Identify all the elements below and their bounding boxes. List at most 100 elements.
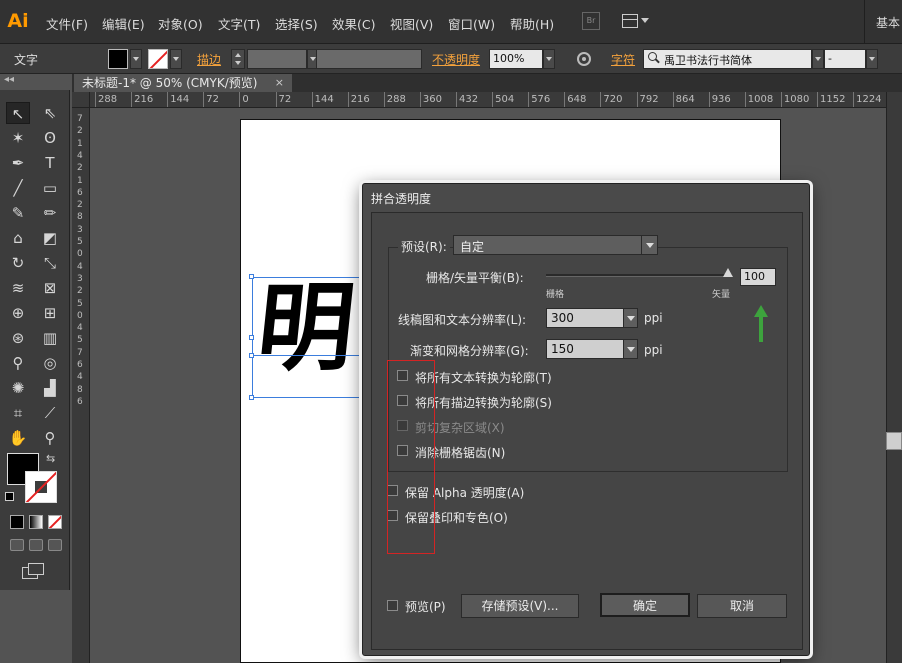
stroke-label[interactable]: 描边: [197, 51, 221, 68]
bridge-button[interactable]: Br: [582, 12, 600, 30]
opacity-dropdown[interactable]: [543, 49, 555, 69]
menu-bar: Ai 文件(F) 编辑(E) 对象(O) 文字(T) 选择(S) 效果(C) 视…: [0, 0, 902, 44]
artboard-tool-icon[interactable]: ⌗: [6, 402, 30, 424]
free-transform-tool-icon[interactable]: ⊠: [38, 277, 62, 299]
fill-color-swatch[interactable]: [108, 49, 128, 69]
menu-help[interactable]: 帮助(H): [510, 14, 554, 33]
opacity-label[interactable]: 不透明度: [432, 51, 480, 68]
default-colors-icon[interactable]: [5, 492, 14, 501]
gradient-mode-icon[interactable]: [29, 515, 43, 529]
blend-tool-icon[interactable]: ◎: [38, 352, 62, 374]
raster-vector-slider-thumb[interactable]: [723, 268, 733, 277]
chevron-down-icon[interactable]: [623, 309, 637, 327]
draw-behind-icon[interactable]: [29, 539, 43, 551]
color-mode-icon[interactable]: [10, 515, 24, 529]
slice-tool-icon[interactable]: ⟋: [38, 402, 62, 424]
rotate-tool-icon[interactable]: ↻: [6, 252, 30, 274]
rectangle-tool-icon[interactable]: ▭: [38, 177, 62, 199]
column-graph-tool-icon[interactable]: ▟: [38, 377, 62, 399]
line-res-field[interactable]: 300: [546, 308, 638, 328]
font-family-field[interactable]: 禹卫书法行书简体: [643, 49, 812, 69]
draw-inside-icon[interactable]: [48, 539, 62, 551]
selection-tool-icon[interactable]: ↖: [6, 102, 30, 124]
paintbrush-tool-icon[interactable]: ✎: [6, 202, 30, 224]
scrollbar-thumb[interactable]: [886, 432, 902, 450]
eyedropper-tool-icon[interactable]: ⚲: [6, 352, 30, 374]
raster-vector-value[interactable]: 100: [740, 268, 776, 286]
symbol-sprayer-tool-icon[interactable]: ✺: [6, 377, 30, 399]
menu-window[interactable]: 窗口(W): [448, 14, 495, 33]
stroke-weight-stepper[interactable]: [231, 49, 245, 69]
chevron-down-icon[interactable]: [623, 340, 637, 358]
convert-strokes-label[interactable]: 将所有描边转换为轮廓(S): [415, 394, 552, 411]
font-style-dropdown[interactable]: [866, 49, 878, 69]
ruler-tick-label: 72: [278, 94, 292, 105]
collapse-panel-icon[interactable]: ◂◂: [4, 74, 14, 85]
fill-dropdown[interactable]: [130, 49, 142, 69]
preview-checkbox[interactable]: [387, 600, 398, 611]
shape-builder-tool-icon[interactable]: ⊕: [6, 302, 30, 324]
preset-select[interactable]: 自定: [453, 235, 658, 255]
vertical-scrollbar[interactable]: [886, 92, 902, 663]
hand-tool-icon[interactable]: ✋: [6, 427, 30, 449]
opacity-field[interactable]: 100%: [489, 49, 543, 69]
draw-normal-icon[interactable]: [10, 539, 24, 551]
selection-handle[interactable]: [249, 353, 254, 358]
eraser-tool-icon[interactable]: ◩: [38, 227, 62, 249]
stroke-color-swatch[interactable]: [148, 49, 168, 69]
width-tool-icon[interactable]: ≋: [6, 277, 30, 299]
perspective-grid-tool-icon[interactable]: ⊞: [38, 302, 62, 324]
line-tool-icon[interactable]: ╱: [6, 177, 30, 199]
swap-colors-icon[interactable]: ⇆: [46, 452, 55, 465]
ruler-origin[interactable]: [72, 92, 90, 108]
pen-tool-icon[interactable]: ✒: [6, 152, 30, 174]
gradient-res-field[interactable]: 150: [546, 339, 638, 359]
magic-wand-tool-icon[interactable]: ✶: [6, 127, 30, 149]
menu-select[interactable]: 选择(S): [275, 14, 318, 33]
blob-brush-tool-icon[interactable]: ⌂: [6, 227, 30, 249]
stroke-color-box[interactable]: [25, 471, 57, 503]
recolor-artwork-icon[interactable]: [577, 52, 591, 66]
raster-vector-slider[interactable]: [546, 274, 732, 277]
variable-width-profile[interactable]: [316, 49, 422, 69]
save-preset-button[interactable]: 存储预设(V)...: [461, 594, 579, 618]
vertical-ruler[interactable]: 721421628350432504576486: [72, 108, 90, 663]
mesh-tool-icon[interactable]: ⊛: [6, 327, 30, 349]
lasso-tool-icon[interactable]: ʘ: [38, 127, 62, 149]
selection-bounding-box[interactable]: [252, 277, 370, 398]
ruler-tick-mark: [744, 92, 746, 107]
menu-type[interactable]: 文字(T): [218, 14, 260, 33]
document-tab[interactable]: 未标题-1* @ 50% (CMYK/预览) ×: [74, 74, 292, 92]
font-family-dropdown[interactable]: [812, 49, 824, 69]
stroke-dropdown[interactable]: [170, 49, 182, 69]
none-mode-icon[interactable]: [48, 515, 62, 529]
selection-handle[interactable]: [249, 335, 254, 340]
workspace-switcher[interactable]: 基本: [876, 14, 900, 31]
type-tool-icon[interactable]: T: [38, 152, 62, 174]
ok-button[interactable]: 确定: [600, 593, 690, 617]
character-label[interactable]: 字符: [611, 51, 635, 68]
selection-handle[interactable]: [249, 274, 254, 279]
line-res-label: 线稿图和文本分辨率(L):: [398, 313, 527, 327]
font-style-field[interactable]: -: [824, 49, 866, 69]
convert-text-label[interactable]: 将所有文本转换为轮廓(T): [415, 369, 552, 386]
pencil-tool-icon[interactable]: ✏: [38, 202, 62, 224]
cancel-button[interactable]: 取消: [697, 594, 787, 618]
zoom-tool-icon[interactable]: ⚲: [38, 427, 62, 449]
stroke-weight-field[interactable]: [247, 49, 307, 69]
arrange-documents-button[interactable]: [620, 12, 650, 32]
scale-tool-icon[interactable]: ⤡: [38, 252, 62, 274]
vector-end-label: 矢量: [712, 290, 731, 300]
preview-label[interactable]: 预览(P): [405, 598, 446, 615]
menu-view[interactable]: 视图(V): [390, 14, 433, 33]
screen-mode-icon[interactable]: [22, 563, 44, 579]
menu-object[interactable]: 对象(O): [158, 14, 203, 33]
menu-file[interactable]: 文件(F): [46, 14, 88, 33]
gradient-tool-icon[interactable]: ▥: [38, 327, 62, 349]
direct-selection-tool-icon[interactable]: ⇖: [38, 102, 62, 124]
menu-edit[interactable]: 编辑(E): [102, 14, 145, 33]
selection-handle[interactable]: [249, 395, 254, 400]
close-icon[interactable]: ×: [275, 74, 284, 92]
horizontal-ruler[interactable]: 288 216 144 72 0 72 144 216 288 360 432 504 576 648 72…: [90, 92, 886, 108]
menu-effect[interactable]: 效果(C): [332, 14, 375, 33]
